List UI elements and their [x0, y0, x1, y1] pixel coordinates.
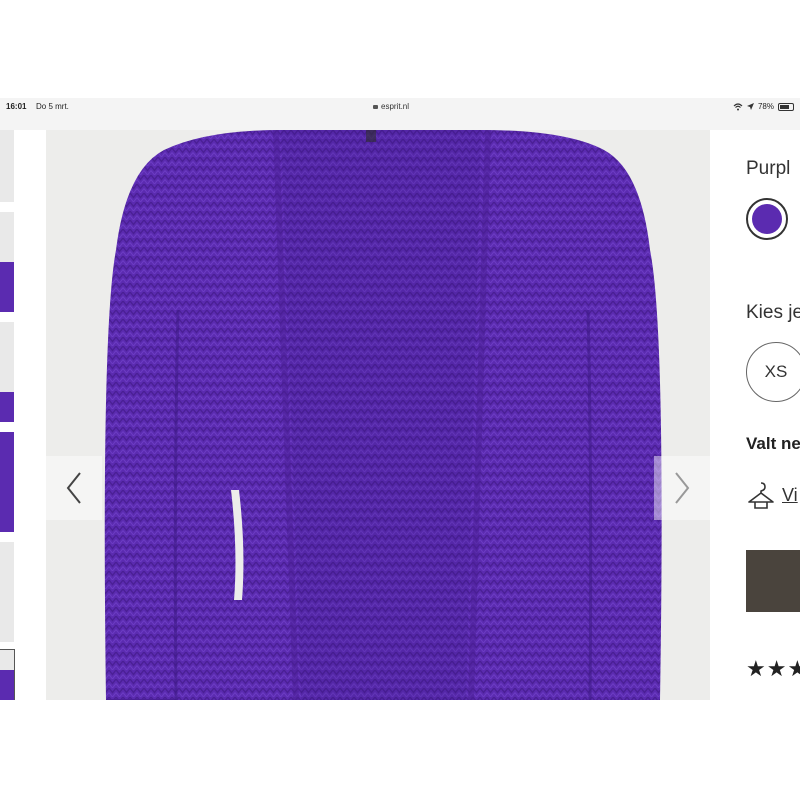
- status-date: Do 5 mrt.: [36, 102, 69, 111]
- wifi-icon: [733, 102, 743, 110]
- battery-percent: 78%: [757, 102, 774, 111]
- status-time: 16:01: [6, 102, 27, 111]
- product-page: Purpl Kies je XS Valt ne Vi ★★★: [0, 130, 800, 701]
- url-text: esprit.nl: [381, 102, 410, 111]
- status-bar: 16:01 Do 5 mrt. esprit.nl 78%: [0, 98, 800, 116]
- address-url[interactable]: esprit.nl: [373, 102, 409, 111]
- color-swatch[interactable]: [746, 198, 788, 240]
- location-icon: [746, 103, 754, 110]
- thumbnail[interactable]: [0, 130, 14, 202]
- product-image: [46, 130, 710, 700]
- battery-icon: [778, 102, 794, 111]
- rating-stars[interactable]: ★★★: [746, 656, 800, 682]
- size-xs-button[interactable]: XS: [746, 342, 800, 402]
- add-to-cart-button[interactable]: [746, 550, 800, 612]
- chevron-left-icon: [66, 472, 81, 504]
- thumbnail-active[interactable]: [0, 649, 15, 701]
- fit-link[interactable]: Vi: [782, 485, 798, 506]
- swatch-fill: [752, 204, 782, 234]
- below-screenshot: [0, 700, 800, 800]
- size-prompt: Kies je: [746, 302, 800, 323]
- hanger-icon: [748, 482, 774, 509]
- lock-icon: [373, 105, 378, 109]
- prev-image-button[interactable]: [46, 456, 102, 520]
- thumbnail[interactable]: [0, 322, 14, 422]
- fit-heading: Valt ne: [746, 434, 800, 453]
- product-info-panel: Purpl Kies je XS Valt ne Vi ★★★: [712, 130, 800, 700]
- chevron-right-icon: [675, 472, 690, 504]
- next-image-button[interactable]: [654, 456, 710, 520]
- thumbnail-strip: [0, 130, 16, 701]
- fit-link-row[interactable]: Vi: [746, 480, 798, 510]
- thumbnail[interactable]: [0, 212, 14, 312]
- toolbar-spacer: [0, 116, 800, 130]
- thumbnail[interactable]: [0, 432, 14, 532]
- thumbnail[interactable]: [0, 542, 14, 642]
- status-right: 78%: [733, 102, 794, 111]
- cardigan-image: [104, 130, 662, 700]
- color-label: Purpl: [746, 158, 791, 179]
